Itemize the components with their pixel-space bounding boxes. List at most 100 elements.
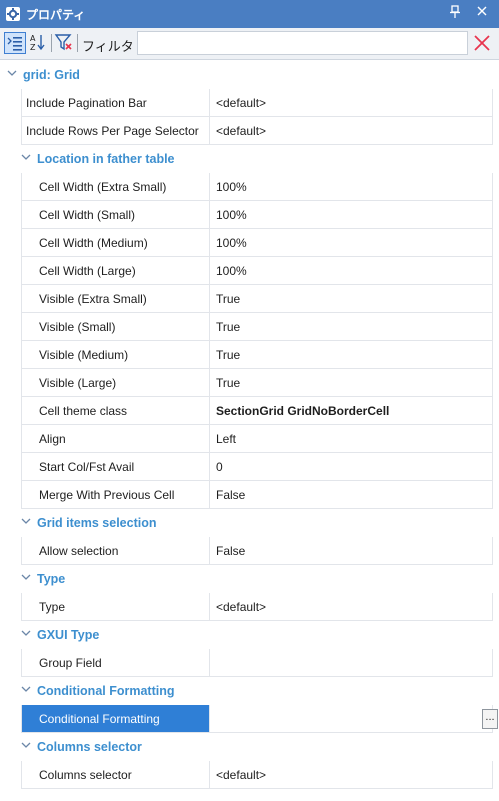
chevron-down-icon[interactable]	[20, 571, 32, 583]
property-value[interactable]	[209, 705, 493, 733]
property-value[interactable]: True	[209, 369, 493, 397]
property-name[interactable]: Visible (Extra Small)	[21, 285, 209, 313]
property-value[interactable]: False	[209, 481, 493, 509]
property-row[interactable]: Visible (Extra Small) True	[0, 285, 499, 313]
property-name[interactable]: Include Rows Per Page Selector	[21, 117, 209, 145]
property-name[interactable]: Visible (Small)	[21, 313, 209, 341]
category-label: Location in father table	[37, 152, 175, 166]
property-value[interactable]	[209, 649, 493, 677]
category-row[interactable]: GXUI Type	[0, 621, 499, 649]
property-row[interactable]: Cell Width (Extra Small) 100%	[0, 173, 499, 201]
property-value[interactable]: <default>	[209, 761, 493, 789]
categorized-icon	[7, 37, 22, 51]
property-grid: grid: Grid Include Pagination Bar <default…	[0, 61, 499, 801]
property-row[interactable]: Type <default>	[0, 593, 499, 621]
property-name[interactable]: Cell Width (Small)	[21, 201, 209, 229]
property-name[interactable]: Align	[21, 425, 209, 453]
property-name[interactable]: Cell Width (Large)	[21, 257, 209, 285]
title-bar: プロパティ	[0, 0, 499, 28]
category-label: Type	[37, 572, 66, 586]
property-name[interactable]: Group Field	[21, 649, 209, 677]
property-name[interactable]: Type	[21, 593, 209, 621]
property-name[interactable]: Start Col/Fst Avail	[21, 453, 209, 481]
property-row[interactable]: Merge With Previous Cell False	[0, 481, 499, 509]
chevron-down-icon[interactable]	[20, 515, 32, 527]
property-row[interactable]: Start Col/Fst Avail 0	[0, 453, 499, 481]
property-row[interactable]: Visible (Small) True	[0, 313, 499, 341]
property-row[interactable]: Cell Width (Medium) 100%	[0, 229, 499, 257]
property-value[interactable]: 100%	[209, 173, 493, 201]
property-row[interactable]: Visible (Large) True	[0, 369, 499, 397]
category-row[interactable]: Location in father table	[0, 145, 499, 173]
property-name[interactable]: Columns selector	[21, 761, 209, 789]
clear-filter-button[interactable]	[471, 32, 495, 56]
property-row[interactable]: Allow selection False	[0, 537, 499, 565]
category-row[interactable]: Columns selector	[0, 733, 499, 761]
property-value[interactable]: 100%	[209, 229, 493, 257]
filter-label: フィルタ	[82, 39, 134, 54]
property-value[interactable]: 100%	[209, 257, 493, 285]
property-row[interactable]: Cell Width (Small) 100%	[0, 201, 499, 229]
grid-bottom	[0, 790, 499, 801]
close-icon[interactable]	[474, 5, 490, 21]
toolbar: A Z フィルタ	[0, 28, 499, 60]
pin-icon[interactable]	[447, 5, 463, 21]
filter-button[interactable]	[54, 32, 76, 54]
property-value[interactable]: <default>	[209, 117, 493, 145]
property-row[interactable]: Cell Width (Large) 100%	[0, 257, 499, 285]
property-value[interactable]: True	[209, 341, 493, 369]
property-value[interactable]: <default>	[209, 89, 493, 117]
category-label: Columns selector	[37, 740, 142, 754]
property-row[interactable]: Visible (Medium) True	[0, 341, 499, 369]
chevron-down-icon[interactable]	[20, 683, 32, 695]
property-name[interactable]: Visible (Large)	[21, 369, 209, 397]
category-label: Conditional Formatting	[37, 684, 175, 698]
category-row[interactable]: Grid items selection	[0, 509, 499, 537]
property-value[interactable]: 100%	[209, 201, 493, 229]
category-label: GXUI Type	[37, 628, 100, 642]
property-name[interactable]: Visible (Medium)	[21, 341, 209, 369]
ellipsis-button[interactable]: ...	[482, 709, 498, 729]
property-name[interactable]: Cell theme class	[21, 397, 209, 425]
chevron-down-icon[interactable]	[20, 739, 32, 751]
toolbar-separator	[77, 34, 78, 52]
property-row[interactable]: Include Pagination Bar <default>	[0, 89, 499, 117]
window-title: プロパティ	[26, 8, 86, 22]
property-row[interactable]: Cell theme class SectionGrid GridNoBorder…	[0, 397, 499, 425]
clear-filter-icon	[474, 35, 490, 51]
categorized-view-button[interactable]	[4, 32, 26, 54]
property-value[interactable]: True	[209, 313, 493, 341]
property-name[interactable]: Cell Width (Extra Small)	[21, 173, 209, 201]
property-name[interactable]: Include Pagination Bar	[21, 89, 209, 117]
property-row[interactable]: Include Rows Per Page Selector <default>	[0, 117, 499, 145]
category-label: Grid items selection	[37, 516, 157, 530]
property-value[interactable]: 0	[209, 453, 493, 481]
chevron-down-icon[interactable]	[6, 67, 18, 79]
property-row[interactable]: Group Field	[0, 649, 499, 677]
property-name[interactable]: Conditional Formatting	[21, 705, 209, 733]
property-value[interactable]: <default>	[209, 593, 493, 621]
property-value[interactable]: Left	[209, 425, 493, 453]
chevron-down-icon[interactable]	[20, 151, 32, 163]
toolbar-separator	[51, 34, 52, 52]
property-value[interactable]: SectionGrid GridNoBorderCell	[209, 397, 493, 425]
svg-text:A: A	[30, 34, 36, 43]
category-row[interactable]: Conditional Formatting	[0, 677, 499, 705]
chevron-down-icon[interactable]	[20, 627, 32, 639]
property-row[interactable]: Align Left	[0, 425, 499, 453]
property-value[interactable]: False	[209, 537, 493, 565]
property-value[interactable]: True	[209, 285, 493, 313]
svg-text:Z: Z	[30, 43, 36, 52]
root-category-grid[interactable]: grid: Grid	[0, 61, 499, 89]
property-name[interactable]: Cell Width (Medium)	[21, 229, 209, 257]
gear-icon	[6, 7, 20, 21]
alphabetical-sort-button[interactable]: A Z	[28, 32, 50, 54]
filter-input[interactable]	[137, 31, 468, 55]
property-name[interactable]: Allow selection	[21, 537, 209, 565]
property-name[interactable]: Merge With Previous Cell	[21, 481, 209, 509]
category-row[interactable]: Type	[0, 565, 499, 593]
property-row[interactable]: Conditional Formatting...	[0, 705, 499, 733]
category-label: grid: Grid	[23, 68, 80, 82]
property-row[interactable]: Columns selector <default>	[0, 761, 499, 789]
filter-icon	[54, 34, 72, 51]
